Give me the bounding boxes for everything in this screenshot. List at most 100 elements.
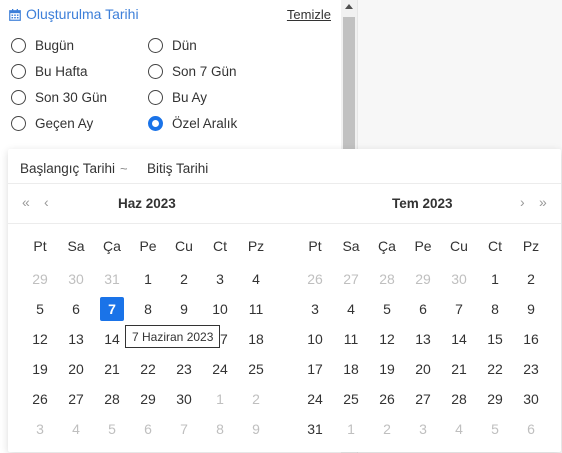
day-cell[interactable]: 8: [130, 294, 166, 324]
option-today[interactable]: Bugün: [11, 38, 74, 53]
day-cell[interactable]: 29: [405, 264, 441, 294]
day-cell[interactable]: 4: [238, 264, 274, 294]
clear-link[interactable]: Temizle: [287, 7, 331, 22]
radio-button-checked[interactable]: [148, 116, 163, 131]
day-cell[interactable]: 13: [405, 324, 441, 354]
day-cell[interactable]: 10: [297, 324, 333, 354]
day-cell[interactable]: 28: [369, 264, 405, 294]
day-cell[interactable]: 18: [333, 354, 369, 384]
option-last-30-days[interactable]: Son 30 Gün: [11, 90, 107, 105]
left-month-title[interactable]: Haz 2023: [118, 196, 176, 211]
day-cell[interactable]: 15: [477, 324, 513, 354]
day-cell[interactable]: 2: [369, 414, 405, 444]
day-cell[interactable]: 21: [441, 354, 477, 384]
day-cell[interactable]: 2: [238, 384, 274, 414]
day-cell[interactable]: 12: [369, 324, 405, 354]
day-cell[interactable]: 6: [130, 414, 166, 444]
day-cell[interactable]: 4: [58, 414, 94, 444]
radio-button[interactable]: [11, 64, 26, 79]
scroll-up-arrow-icon[interactable]: [345, 4, 353, 9]
day-cell[interactable]: 8: [477, 294, 513, 324]
day-cell[interactable]: 3: [405, 414, 441, 444]
day-cell[interactable]: 9: [513, 294, 549, 324]
day-cell[interactable]: 31: [297, 414, 333, 444]
radio-button[interactable]: [11, 90, 26, 105]
day-cell[interactable]: 24: [202, 354, 238, 384]
day-cell[interactable]: 3: [297, 294, 333, 324]
day-cell[interactable]: 10: [202, 294, 238, 324]
day-cell[interactable]: 20: [58, 354, 94, 384]
day-cell[interactable]: 9: [166, 294, 202, 324]
day-cell[interactable]: 6: [405, 294, 441, 324]
day-cell[interactable]: 26: [22, 384, 58, 414]
day-cell[interactable]: 22: [477, 354, 513, 384]
day-cell[interactable]: 23: [513, 354, 549, 384]
day-cell[interactable]: 30: [513, 384, 549, 414]
day-cell[interactable]: 21: [94, 354, 130, 384]
radio-button[interactable]: [11, 38, 26, 53]
day-cell[interactable]: 2: [513, 264, 549, 294]
day-cell[interactable]: 3: [22, 414, 58, 444]
day-cell[interactable]: 8: [202, 414, 238, 444]
day-cell[interactable]: 28: [441, 384, 477, 414]
day-cell[interactable]: 1: [202, 384, 238, 414]
day-cell[interactable]: 4: [441, 414, 477, 444]
day-cell[interactable]: 5: [477, 414, 513, 444]
day-cell[interactable]: 29: [477, 384, 513, 414]
day-cell[interactable]: 22: [130, 354, 166, 384]
day-cell[interactable]: 6: [58, 294, 94, 324]
day-cell[interactable]: 11: [238, 294, 274, 324]
day-cell[interactable]: 26: [369, 384, 405, 414]
day-cell[interactable]: 25: [333, 384, 369, 414]
radio-button[interactable]: [148, 90, 163, 105]
day-cell[interactable]: 18: [238, 324, 274, 354]
day-cell[interactable]: 12: [22, 324, 58, 354]
day-cell[interactable]: 5: [94, 414, 130, 444]
day-cell[interactable]: 27: [405, 384, 441, 414]
day-cell[interactable]: 7: [441, 294, 477, 324]
day-cell[interactable]: 24: [297, 384, 333, 414]
day-cell[interactable]: 20: [405, 354, 441, 384]
prev-year-button[interactable]: «: [22, 194, 30, 210]
radio-button[interactable]: [148, 38, 163, 53]
radio-button[interactable]: [11, 116, 26, 131]
day-cell[interactable]: 27: [58, 384, 94, 414]
day-cell[interactable]: 1: [333, 414, 369, 444]
option-yesterday[interactable]: Dün: [148, 38, 197, 53]
day-cell[interactable]: 29: [130, 384, 166, 414]
day-cell[interactable]: 4: [333, 294, 369, 324]
day-cell[interactable]: 30: [58, 264, 94, 294]
right-month-title[interactable]: Tem 2023: [392, 196, 453, 211]
day-cell[interactable]: 28: [94, 384, 130, 414]
option-this-month[interactable]: Bu Ay: [148, 90, 207, 105]
day-cell[interactable]: 19: [22, 354, 58, 384]
day-cell[interactable]: 1: [477, 264, 513, 294]
day-cell[interactable]: 1: [130, 264, 166, 294]
start-date-input[interactable]: Başlangıç Tarihi: [20, 161, 115, 176]
day-cell[interactable]: 7: [166, 414, 202, 444]
day-cell[interactable]: 23: [166, 354, 202, 384]
day-cell[interactable]: 6: [513, 414, 549, 444]
day-cell[interactable]: 11: [333, 324, 369, 354]
day-cell[interactable]: 5: [369, 294, 405, 324]
radio-button[interactable]: [148, 64, 163, 79]
next-year-button[interactable]: »: [539, 194, 547, 210]
option-this-week[interactable]: Bu Hafta: [11, 64, 88, 79]
day-cell[interactable]: 26: [297, 264, 333, 294]
next-month-button[interactable]: ›: [520, 194, 525, 210]
day-cell[interactable]: 17: [297, 354, 333, 384]
day-cell[interactable]: 14: [441, 324, 477, 354]
prev-month-button[interactable]: ‹: [44, 194, 49, 210]
day-cell[interactable]: 27: [333, 264, 369, 294]
day-cell-selected[interactable]: 7: [94, 294, 130, 324]
option-last-month[interactable]: Geçen Ay: [11, 116, 93, 131]
day-cell[interactable]: 19: [369, 354, 405, 384]
day-cell[interactable]: 30: [166, 384, 202, 414]
day-cell[interactable]: 13: [58, 324, 94, 354]
day-cell[interactable]: 30: [441, 264, 477, 294]
day-cell[interactable]: 31: [94, 264, 130, 294]
day-cell[interactable]: 3: [202, 264, 238, 294]
day-cell[interactable]: 9: [238, 414, 274, 444]
end-date-input[interactable]: Bitiş Tarihi: [147, 161, 208, 176]
day-cell[interactable]: 16: [513, 324, 549, 354]
